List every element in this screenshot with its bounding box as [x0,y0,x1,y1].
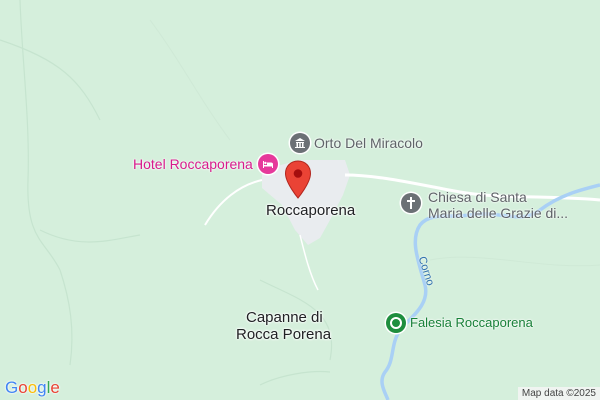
poi-hotel-roccaporena-label[interactable]: Hotel Roccaporena [133,156,253,172]
google-logo-letter: G [5,378,19,397]
museum-icon[interactable] [290,133,310,153]
poi-chiesa-label-line2[interactable]: Maria delle Grazie di... [428,205,568,221]
locality-capanne-label-line2[interactable]: Rocca Porena [236,326,331,343]
google-logo-letter: g [37,378,47,397]
locality-capanne-label-line1[interactable]: Capanne di [246,309,323,326]
google-logo-letter: o [27,378,38,397]
poi-orto-del-miracolo-label[interactable]: Orto Del Miracolo [314,135,423,151]
road [204,179,263,226]
map-canvas[interactable]: Orto Del Miracolo Hotel Roccaporena Rocc… [0,0,600,400]
bed-icon[interactable] [258,154,278,174]
poi-chiesa-label-line1[interactable]: Chiesa di Santa [428,189,527,205]
poi-falesia-roccaporena-label[interactable]: Falesia Roccaporena [410,315,533,331]
location-pin-icon[interactable] [284,160,312,200]
cross-icon[interactable] [401,193,421,213]
climbing-area-icon[interactable] [386,313,406,333]
town-roccaporena-label[interactable]: Roccaporena [266,202,355,219]
map-attribution[interactable]: Map data ©2025 [517,387,600,400]
google-logo-letter: o [18,378,28,397]
google-logo[interactable]: Google [5,378,60,398]
google-logo-letter: e [50,378,60,397]
